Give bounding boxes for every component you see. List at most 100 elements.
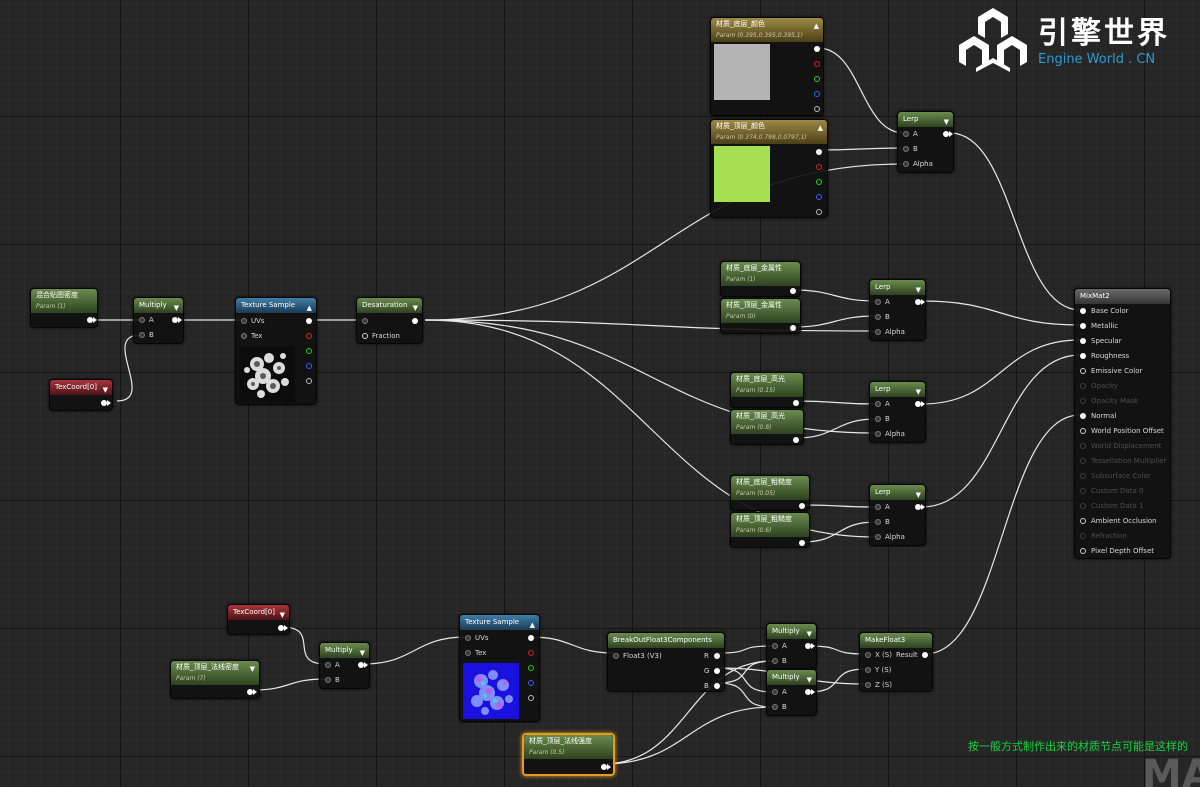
output-pin-g[interactable]	[306, 348, 312, 354]
collapse-arrow-icon[interactable]: ▼	[944, 115, 949, 127]
output-pin-r[interactable]	[814, 61, 820, 67]
collapse-arrow-icon[interactable]: ▲	[530, 618, 535, 630]
collapse-arrow-icon[interactable]: ▼	[916, 488, 921, 500]
param-node-blend-density[interactable]: 混合贴图密度 Param (1)	[30, 288, 98, 328]
input-pin-alpha[interactable]	[875, 534, 881, 540]
output-pin-a[interactable]	[814, 106, 820, 112]
input-pin-a[interactable]	[772, 643, 778, 649]
output-pin-rgb[interactable]	[306, 318, 312, 324]
multiply-node-normal-r[interactable]: Multiply ▼ A B	[766, 623, 817, 670]
material-input-pin[interactable]	[1080, 533, 1086, 539]
texture-sample-node-normal[interactable]: Texture Sample ▲ UVs Tex	[459, 614, 540, 722]
material-input-pin[interactable]	[1080, 383, 1086, 389]
multiply-node-normal-g[interactable]: Multiply ▼ A B	[766, 669, 817, 716]
param-node-rough-top[interactable]: 材质_顶层_粗糙度 Param (0.6)	[730, 512, 810, 548]
output-pin-r[interactable]	[816, 164, 822, 170]
input-pin-b[interactable]	[772, 658, 778, 664]
input-pin-b[interactable]	[875, 314, 881, 320]
input-pin-a[interactable]	[875, 299, 881, 305]
output-pin-rgba[interactable]	[816, 149, 822, 155]
input-pin-a[interactable]	[875, 504, 881, 510]
mixmat2-result-node[interactable]: MixMat2 Base Color Metallic Specular Roughn…	[1074, 288, 1171, 559]
collapse-arrow-icon[interactable]: ▲	[307, 301, 312, 313]
input-pin-a[interactable]	[903, 131, 909, 137]
collapse-arrow-icon[interactable]: ▼	[280, 608, 285, 620]
multiply-node-normal-uv[interactable]: Multiply ▼ A B	[319, 642, 370, 689]
output-pin[interactable]	[799, 503, 805, 509]
output-pin-r[interactable]	[528, 650, 534, 656]
multiply-node-uv[interactable]: Multiply ▼ A B	[133, 297, 184, 344]
output-pin-b[interactable]	[306, 363, 312, 369]
output-pin-g[interactable]	[816, 179, 822, 185]
output-pin-a[interactable]	[528, 695, 534, 701]
input-pin-uvs[interactable]	[241, 318, 247, 324]
param-node-spec-top[interactable]: 材质_顶层_高光 Param (0.8)	[730, 409, 804, 445]
material-input-pin[interactable]	[1080, 308, 1086, 314]
collapse-arrow-icon[interactable]: ▼	[250, 664, 255, 675]
texcoord-node-1[interactable]: TexCoord[0] ▼	[49, 379, 113, 411]
desaturation-node[interactable]: Desaturation ▼ Fraction	[356, 297, 423, 344]
output-pin[interactable]	[790, 288, 796, 294]
output-pin-b[interactable]	[816, 194, 822, 200]
input-pin-tex[interactable]	[465, 650, 471, 656]
collapse-arrow-icon[interactable]: ▲	[818, 123, 823, 134]
material-input-pin[interactable]	[1080, 518, 1086, 524]
lerp-node-base-color[interactable]: Lerp ▼ A B Alpha	[897, 111, 954, 173]
output-pin-r[interactable]	[714, 653, 720, 659]
collapse-arrow-icon[interactable]: ▼	[916, 385, 921, 397]
output-pin-b[interactable]	[814, 91, 820, 97]
material-input-pin[interactable]	[1080, 443, 1086, 449]
input-pin-z[interactable]	[865, 682, 871, 688]
material-input-pin[interactable]	[1080, 503, 1086, 509]
input-pin-y[interactable]	[865, 667, 871, 673]
input-pin-b[interactable]	[875, 416, 881, 422]
input-pin-x[interactable]	[865, 652, 871, 658]
input-pin-b[interactable]	[903, 146, 909, 152]
material-input-pin[interactable]	[1080, 428, 1086, 434]
output-pin-rgb[interactable]	[528, 635, 534, 641]
input-pin-alpha[interactable]	[903, 161, 909, 167]
input-pin-b[interactable]	[139, 332, 145, 338]
input-pin-b[interactable]	[325, 677, 331, 683]
input-pin-a[interactable]	[772, 689, 778, 695]
material-input-pin[interactable]	[1080, 398, 1086, 404]
output-pin-b[interactable]	[714, 683, 720, 689]
input-pin-uvs[interactable]	[465, 635, 471, 641]
material-input-pin[interactable]	[1080, 338, 1086, 344]
param-node-metal-top[interactable]: 材质_顶层_金属性 Param (0)	[720, 298, 801, 334]
output-pin-g[interactable]	[814, 76, 820, 82]
output-pin[interactable]	[793, 437, 799, 443]
breakout-float3-node[interactable]: BreakOutFloat3Components Float3 (V3) R G…	[607, 632, 725, 692]
param-node-metal-bottom[interactable]: 材质_底层_金属性 Param (1)	[720, 261, 801, 297]
output-pin[interactable]	[799, 540, 805, 546]
output-pin-a[interactable]	[306, 378, 312, 384]
input-pin-alpha[interactable]	[875, 431, 881, 437]
input-pin-b[interactable]	[875, 519, 881, 525]
lerp-node-metallic[interactable]: Lerp ▼ A B Alpha	[869, 279, 926, 341]
material-input-pin[interactable]	[1080, 458, 1086, 464]
material-input-pin[interactable]	[1080, 353, 1086, 359]
param-node-normal-strength[interactable]: 材质_顶层_法线强度 Param (0.5)	[522, 733, 615, 776]
material-input-pin[interactable]	[1080, 323, 1086, 329]
param-node-rough-bottom[interactable]: 材质_底层_粗糙度 Param (0.05)	[730, 475, 810, 511]
input-pin-float3[interactable]	[613, 653, 619, 659]
output-pin-g[interactable]	[714, 668, 720, 674]
output-pin-rgba[interactable]	[814, 46, 820, 52]
param-node-normal-density[interactable]: 材质_顶层_法线密度 Param (7) ▼	[170, 660, 260, 699]
collapse-arrow-icon[interactable]: ▼	[916, 283, 921, 295]
material-input-pin[interactable]	[1080, 488, 1086, 494]
texture-sample-node-blend[interactable]: Texture Sample ▲ UVs Tex	[235, 297, 317, 405]
collapse-arrow-icon[interactable]: ▼	[360, 646, 365, 658]
output-pin-b[interactable]	[528, 680, 534, 686]
input-pin-tex[interactable]	[241, 333, 247, 339]
output-pin[interactable]	[412, 318, 418, 324]
collapse-arrow-icon[interactable]: ▼	[174, 301, 179, 313]
param-node-spec-bottom[interactable]: 材质_底层_高光 Param (0.15)	[730, 372, 804, 408]
material-graph-canvas[interactable]: 引擎世界 Engine World . CN 材质_底层_颜色 Param (0…	[0, 0, 1200, 787]
input-pin[interactable]	[362, 318, 368, 324]
output-pin-r[interactable]	[306, 333, 312, 339]
material-input-pin[interactable]	[1080, 548, 1086, 554]
collapse-arrow-icon[interactable]: ▼	[413, 301, 418, 313]
param-node-base-color-bottom[interactable]: 材质_底层_颜色 Param (0.395,0.395,0.395,1) ▲	[710, 17, 824, 116]
collapse-arrow-icon[interactable]: ▼	[103, 383, 108, 395]
